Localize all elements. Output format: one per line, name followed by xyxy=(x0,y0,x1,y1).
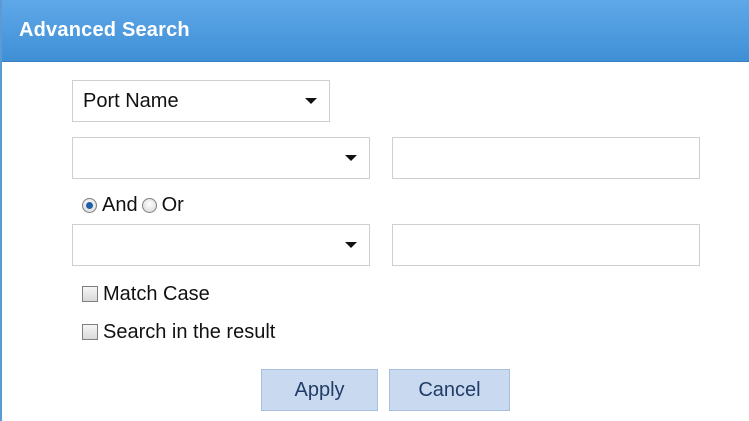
chevron-down-icon xyxy=(345,155,357,161)
cancel-button[interactable]: Cancel xyxy=(389,369,510,411)
field-select-value: Port Name xyxy=(83,90,179,112)
row2-value-input[interactable] xyxy=(392,224,700,266)
chevron-down-icon xyxy=(345,242,357,248)
dialog-titlebar: Advanced Search xyxy=(2,0,749,62)
or-radio[interactable] xyxy=(141,197,157,213)
match-case-label[interactable]: Match Case xyxy=(103,283,210,306)
row1-value-input[interactable] xyxy=(392,137,700,179)
or-radio-label[interactable]: Or xyxy=(162,194,184,217)
match-case-checkbox[interactable] xyxy=(82,286,98,302)
and-radio[interactable] xyxy=(82,197,97,213)
advanced-search-dialog: Advanced Search Port Name And Or Match C… xyxy=(0,0,749,421)
search-in-result-label[interactable]: Search in the result xyxy=(103,321,275,344)
match-case-option: Match Case xyxy=(82,282,210,306)
logic-radio-group: And Or xyxy=(82,193,188,217)
search-in-result-checkbox[interactable] xyxy=(82,324,98,340)
row1-operator-dropdown[interactable] xyxy=(72,137,370,179)
dialog-title: Advanced Search xyxy=(19,19,190,41)
and-radio-label[interactable]: And xyxy=(102,194,138,217)
field-select-dropdown[interactable]: Port Name xyxy=(72,80,330,122)
search-in-result-option: Search in the result xyxy=(82,320,275,344)
chevron-down-icon xyxy=(305,98,317,104)
apply-button[interactable]: Apply xyxy=(261,369,378,411)
row2-operator-dropdown[interactable] xyxy=(72,224,370,266)
